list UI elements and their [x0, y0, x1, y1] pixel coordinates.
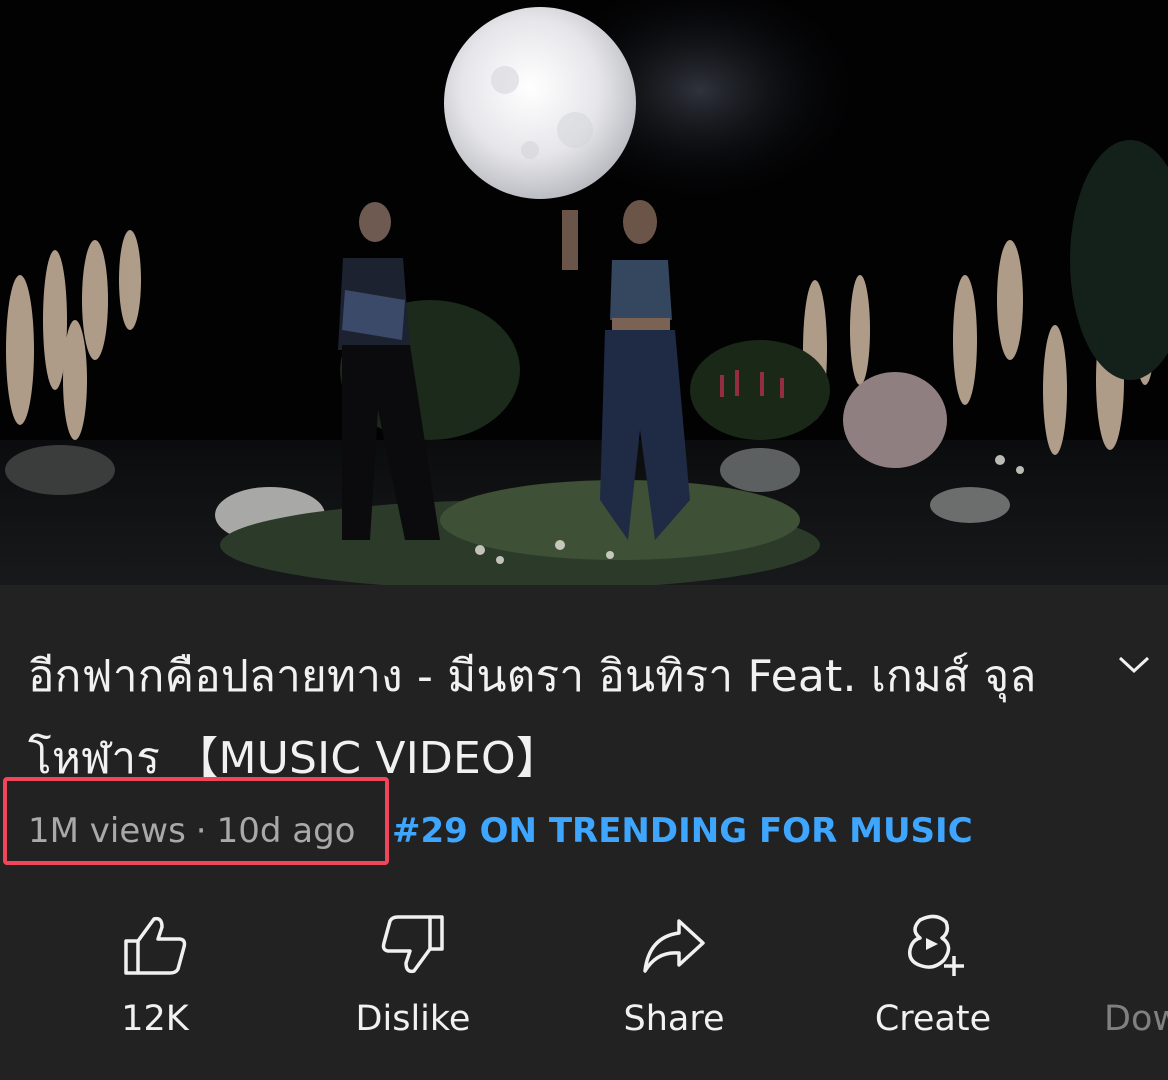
dislike-button[interactable]: Dislike [323, 905, 503, 1055]
create-button[interactable]: Create [843, 905, 1023, 1055]
like-button[interactable]: 12K [65, 905, 245, 1055]
create-label: Create [874, 999, 992, 1039]
create-icon [908, 914, 964, 976]
video-title[interactable]: อีกฟากคือปลายทาง - มีนตรา อินทิรา Feat. … [28, 636, 1088, 800]
share-arrow-icon [643, 919, 705, 973]
trending-link[interactable]: #29 ON TRENDING FOR MUSIC [392, 807, 973, 855]
download-button[interactable]: Dow [1104, 905, 1168, 1055]
video-watch-page: อีกฟากคือปลายทาง - มีนตรา อินทิรา Feat. … [0, 0, 1168, 1080]
expand-description-button[interactable] [1110, 640, 1158, 688]
download-label: Dow [1104, 999, 1168, 1039]
video-frame-image [0, 0, 1168, 585]
thumb-down-icon [381, 915, 444, 974]
share-label: Share [623, 999, 725, 1039]
share-button[interactable]: Share [584, 905, 764, 1055]
dislike-label: Dislike [355, 999, 471, 1039]
like-count: 12K [121, 999, 189, 1039]
video-player[interactable] [0, 0, 1168, 585]
view-stats[interactable]: 1M views · 10d ago [28, 807, 355, 855]
action-bar: 12K Dislike Share Create Dow [0, 905, 1168, 1055]
thumb-up-icon [124, 916, 187, 975]
separator: · [195, 811, 207, 851]
view-count: 1M views [28, 811, 186, 851]
video-metadata: 1M views · 10d ago #29 ON TRENDING FOR MUS… [0, 777, 1168, 867]
upload-age: 10d ago [216, 811, 356, 851]
chevron-down-icon [1118, 656, 1150, 674]
